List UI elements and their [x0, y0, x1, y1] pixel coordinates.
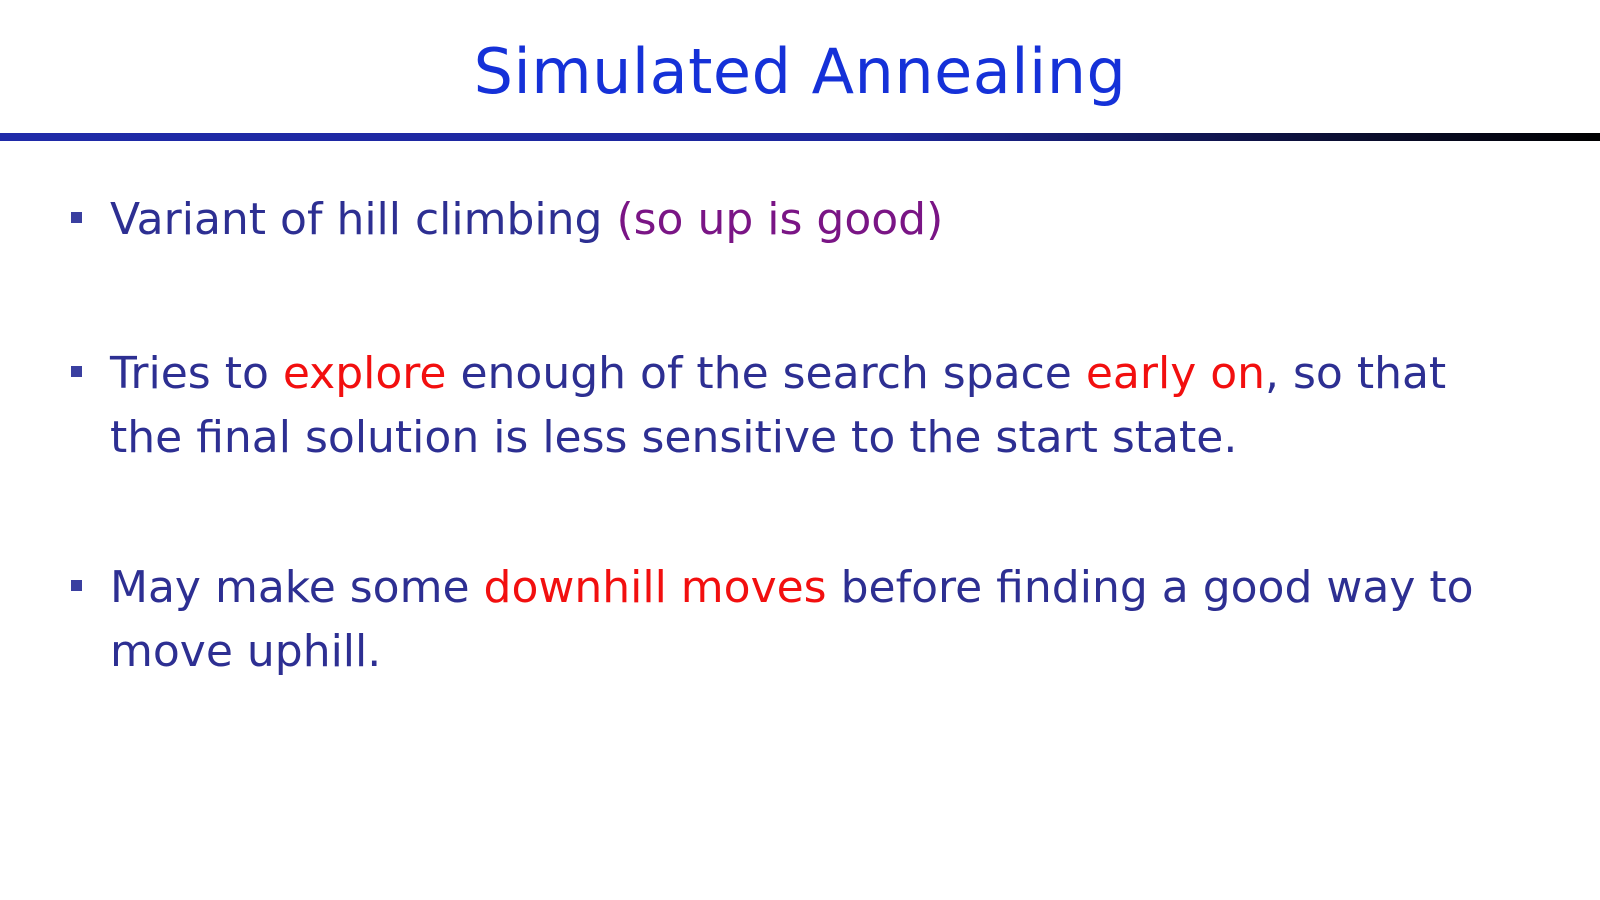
- square-bullet-icon: [71, 212, 82, 223]
- bullet-1-text-1: Variant of hill climbing: [110, 194, 617, 245]
- bullet-2-highlight-explore: explore: [282, 348, 447, 399]
- bullet-3-highlight-downhill-moves: downhill moves: [483, 562, 827, 613]
- bullet-item-2: Tries to explore enough of the search sp…: [71, 342, 1510, 470]
- square-bullet-icon: [71, 366, 82, 377]
- bullet-item-1: Variant of hill climbing (so up is good): [71, 188, 1510, 252]
- slide: Simulated Annealing Variant of hill clim…: [0, 0, 1600, 900]
- bullet-1-highlight-purple: (so up is good): [616, 194, 944, 245]
- bullet-3-text-1: May make some: [110, 562, 484, 613]
- bullet-list: Variant of hill climbing (so up is good)…: [0, 0, 1600, 900]
- bullet-item-3: May make some downhill moves before find…: [71, 556, 1510, 684]
- square-bullet-icon: [71, 580, 82, 591]
- bullet-2-text-1: Tries to: [110, 348, 283, 399]
- bullet-2-highlight-early-on: early on: [1085, 348, 1266, 399]
- bullet-2-text-2: enough of the search space: [446, 348, 1086, 399]
